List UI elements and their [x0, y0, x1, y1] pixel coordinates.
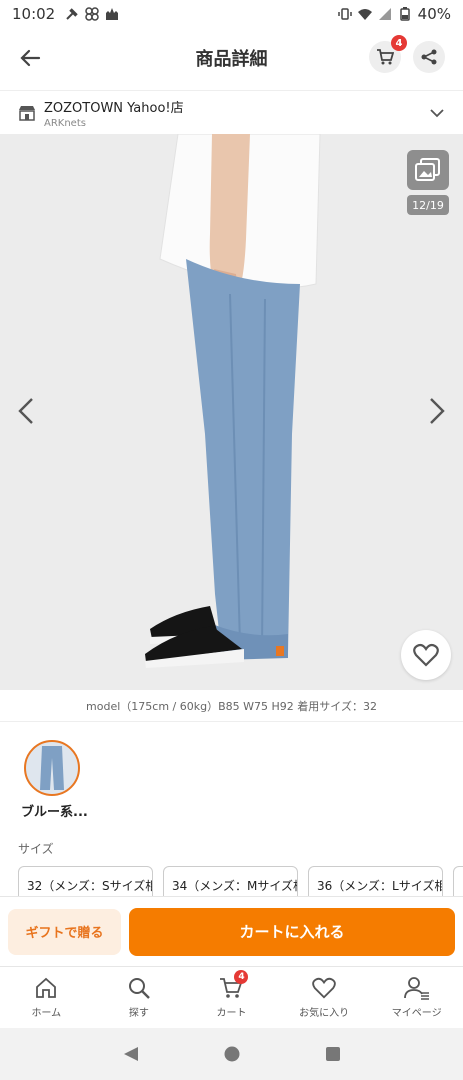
- nav-mypage-label: マイページ: [391, 1008, 442, 1019]
- battery-percent: 40%: [417, 5, 451, 23]
- image-counter: 12/19: [407, 195, 449, 215]
- system-home-icon[interactable]: [223, 1045, 241, 1063]
- heart-icon: [413, 643, 439, 667]
- status-time: 10:02: [12, 5, 56, 23]
- cart-badge: 4: [391, 35, 407, 51]
- share-button[interactable]: [413, 41, 445, 73]
- nav-home[interactable]: ホーム: [0, 967, 93, 1028]
- store-row[interactable]: ZOZOTOWN Yahoo!店 ARKnets: [0, 90, 463, 134]
- system-back-icon[interactable]: [122, 1045, 140, 1063]
- heart-icon: [312, 977, 336, 999]
- store-icon: [19, 105, 35, 121]
- nav-cart-badge: 4: [234, 970, 249, 984]
- share-icon: [421, 49, 437, 65]
- pinwheel-icon: [85, 7, 99, 21]
- status-bar: 10:02 40%: [0, 0, 463, 28]
- chevron-right-icon: [430, 398, 445, 424]
- jeans-thumbnail: [40, 746, 64, 790]
- model-jeans-photo: [145, 134, 321, 668]
- nav-mypage[interactable]: マイページ: [370, 967, 463, 1028]
- gallery-button[interactable]: [407, 150, 449, 190]
- add-to-cart-button[interactable]: カートに入れる: [129, 907, 455, 956]
- arrow-left-icon: [20, 49, 41, 67]
- cart-button[interactable]: 4: [369, 35, 407, 73]
- bottom-nav: ホーム 探す 4 カート お気に入り マイページ: [0, 966, 463, 1028]
- nav-search[interactable]: 探す: [93, 967, 186, 1028]
- nav-cart-label: カート: [216, 1008, 247, 1019]
- system-recents-icon[interactable]: [324, 1045, 342, 1063]
- vibrate-icon: [337, 8, 352, 20]
- back-button[interactable]: [0, 28, 60, 88]
- battery-icon: [399, 7, 410, 21]
- color-swatch[interactable]: [24, 740, 80, 796]
- nav-cart[interactable]: 4 カート: [185, 967, 278, 1028]
- chevron-down-icon: [430, 109, 444, 118]
- next-image-button[interactable]: [425, 396, 449, 430]
- size-label: サイズ: [18, 842, 54, 856]
- prev-image-button[interactable]: [14, 396, 38, 430]
- gavel-icon: [66, 8, 78, 20]
- system-nav-bar: [0, 1028, 463, 1080]
- nav-favorites-label: お気に入り: [299, 1008, 350, 1019]
- store-brand: ARKnets: [44, 117, 86, 129]
- gift-button[interactable]: ギフトで贈る: [8, 908, 121, 955]
- cta-bar: ギフトで贈る カートに入れる: [0, 896, 463, 966]
- chevron-left-icon: [18, 398, 33, 424]
- search-icon: [128, 978, 150, 999]
- favorite-button[interactable]: [401, 630, 451, 680]
- product-image[interactable]: 12/19: [0, 134, 463, 690]
- color-label: ブルー系...: [21, 805, 88, 820]
- nav-favorites[interactable]: お気に入り: [278, 967, 371, 1028]
- store-name: ZOZOTOWN Yahoo!店: [44, 100, 184, 116]
- home-icon: [36, 977, 57, 998]
- user-icon: [403, 977, 429, 1000]
- signal-icon: [378, 8, 391, 20]
- nav-home-label: ホーム: [31, 1008, 62, 1019]
- model-caption: model（175cm / 60kg）B85 W75 H92 着用サイズ：32: [0, 690, 463, 722]
- gallery-icon: [415, 158, 440, 181]
- wifi-icon: [357, 9, 372, 20]
- castle-icon: [106, 8, 119, 20]
- app-header: 商品詳細 4: [0, 28, 463, 88]
- cart-icon: [377, 49, 394, 65]
- nav-search-label: 探す: [128, 1008, 149, 1019]
